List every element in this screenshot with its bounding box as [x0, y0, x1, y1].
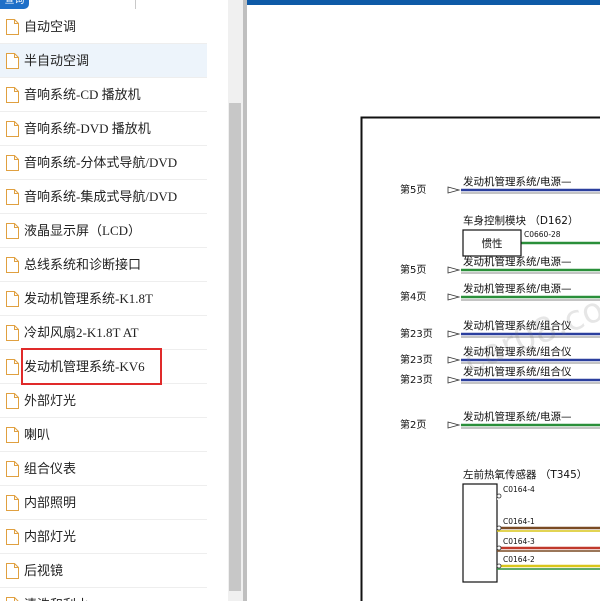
tree-item[interactable]: 音响系统-分体式导航/DVD: [0, 146, 207, 180]
wiring-diagram: 第5页发动机管理系统/电源—第5页发动机管理系统/电源—第4页发动机管理系统/电…: [360, 116, 600, 601]
tree-item[interactable]: 自动空调: [0, 10, 207, 44]
tree-item[interactable]: 半自动空调: [0, 44, 207, 78]
signal-label: 发动机管理系统/电源—: [463, 282, 572, 295]
connector-arrow-icon: [447, 330, 461, 338]
diagram-viewer: 第5页 发动机管理系统/电源— 第5页 发动机管理系统/电源— 第4页 发动机管理系统/电…: [247, 0, 600, 601]
document-icon: [6, 223, 19, 239]
document-icon: [6, 597, 19, 601]
connector-arrow-icon: [447, 376, 461, 384]
signal-label: 发动机管理系统/电源—: [463, 410, 572, 423]
document-icon: [6, 427, 19, 443]
tree-item-label: 音响系统-CD 播放机: [24, 87, 141, 102]
tree-item[interactable]: 音响系统-CD 播放机: [0, 78, 207, 112]
pin-dot-icon: [496, 563, 502, 569]
tree-item-label: 音响系统-DVD 播放机: [24, 121, 151, 136]
tree-item[interactable]: 清洗和刮水: [0, 588, 207, 601]
sensor-pin-label: C0164-1: [503, 517, 535, 526]
page-ref-label[interactable]: 第5页: [400, 263, 426, 276]
sensor-pin-label: C0164-3: [503, 537, 535, 546]
module1-pin-label: C0660-28: [524, 230, 561, 239]
page-ref-label[interactable]: 第23页: [400, 373, 433, 386]
tree-item-label: 清洗和刮水: [24, 597, 89, 601]
tree-item-label: 液晶显示屏（LCD）: [24, 223, 142, 238]
tree-item-label: 自动空调: [24, 19, 77, 34]
tree-item-label: 发动机管理系统-KV6: [24, 359, 145, 374]
connector-arrow-icon: [447, 293, 461, 301]
tree-item[interactable]: 音响系统-集成式导航/DVD: [0, 180, 207, 214]
tree-item[interactable]: 总线系统和诊断接口: [0, 248, 207, 282]
pin-dot-icon: [496, 525, 502, 531]
query-tab[interactable]: 查询: [0, 0, 29, 9]
document-icon: [6, 155, 19, 171]
tree-item[interactable]: 发动机管理系统-KV6: [0, 350, 207, 384]
page-ref-label[interactable]: 第4页: [400, 290, 426, 303]
tree-toolbar: 查询: [0, 0, 228, 9]
tree-item-label: 内部灯光: [24, 529, 77, 544]
toolbar-divider: [135, 0, 136, 9]
document-icon: [6, 19, 19, 35]
tree-item[interactable]: 喇叭: [0, 418, 207, 452]
inertia-label: 惯性: [482, 237, 503, 250]
tree-item-label: 总线系统和诊断接口: [24, 257, 142, 272]
oxygen-sensor-box: [462, 483, 498, 583]
tree-item-label: 内部照明: [24, 495, 77, 510]
tree-item-label: 外部灯光: [24, 393, 77, 408]
tree-item[interactable]: 后视镜: [0, 554, 207, 588]
document-icon: [6, 325, 19, 341]
tree-item[interactable]: 发动机管理系统-K1.8T: [0, 282, 207, 316]
tree-item[interactable]: 内部照明: [0, 486, 207, 520]
tree-item[interactable]: 组合仪表: [0, 452, 207, 486]
page-ref-label[interactable]: 第23页: [400, 353, 433, 366]
pin-dot-icon: [496, 545, 502, 551]
document-icon: [6, 495, 19, 511]
tree-item[interactable]: 内部灯光: [0, 520, 207, 554]
signal-label: 发动机管理系统/电源—: [463, 175, 572, 188]
connector-arrow-icon: [447, 421, 461, 429]
tree-item-label: 音响系统-集成式导航/DVD: [24, 189, 178, 204]
tree-item-label: 后视镜: [24, 563, 64, 578]
connector-arrow-icon: [447, 356, 461, 364]
document-icon: [6, 529, 19, 545]
tree-item[interactable]: 冷却风扇2-K1.8T AT: [0, 316, 207, 350]
page-ref-label[interactable]: 第5页: [400, 183, 426, 196]
tree-item-label: 喇叭: [24, 427, 51, 442]
document-icon: [6, 121, 19, 137]
sensor-pin-label: C0164-4: [503, 485, 535, 494]
body-control-module-title: 车身控制模块 （D162）: [463, 214, 578, 227]
document-icon: [6, 563, 19, 579]
tree-panel: 查询 自动空调半自动空调音响系统-CD 播放机 音响系统-DVD 播放机音响系统-…: [0, 0, 228, 601]
signal-label: 发动机管理系统/电源—: [463, 255, 572, 268]
tree-scrollbar-thumb[interactable]: [229, 103, 241, 591]
document-icon: [6, 359, 19, 375]
document-icon: [6, 393, 19, 409]
page-ref-label[interactable]: 第23页: [400, 327, 433, 340]
tree-item[interactable]: 外部灯光: [0, 384, 207, 418]
page-ref-label[interactable]: 第2页: [400, 418, 426, 431]
tree-item-label: 音响系统-分体式导航/DVD: [24, 155, 178, 170]
pin-dot-icon: [496, 493, 502, 499]
document-icon: [6, 461, 19, 477]
document-icon: [6, 291, 19, 307]
connector-arrow-icon: [447, 266, 461, 274]
oxygen-sensor-title: 左前热氧传感器 （T345）: [463, 468, 587, 481]
tree-item-label: 冷却风扇2-K1.8T AT: [24, 325, 139, 340]
document-icon: [6, 189, 19, 205]
document-icon: [6, 87, 19, 103]
tree-item-label: 发动机管理系统-K1.8T: [24, 291, 153, 306]
document-icon: [6, 53, 19, 69]
document-icon: [6, 257, 19, 273]
sensor-pin-label: C0164-2: [503, 555, 535, 564]
tree-item-label: 半自动空调: [24, 53, 90, 68]
tree-item[interactable]: 音响系统-DVD 播放机: [0, 112, 207, 146]
connector-arrow-icon: [447, 186, 461, 194]
tree-item-label: 组合仪表: [24, 461, 77, 476]
tree-item[interactable]: 液晶显示屏（LCD）: [0, 214, 207, 248]
